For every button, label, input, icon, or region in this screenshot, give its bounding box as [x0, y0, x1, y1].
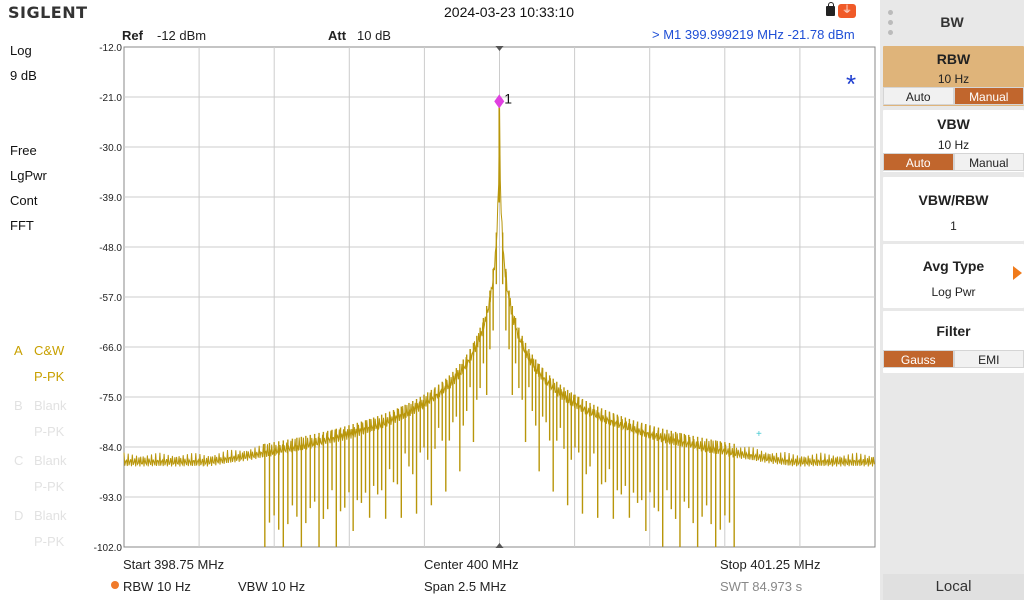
sweep-type: FFT [10, 218, 34, 233]
vbw-softkey[interactable]: VBW 10 Hz Auto Manual [883, 110, 1024, 172]
trigger-mode: Free [10, 143, 37, 158]
y-tick-label: -30.0 [99, 143, 122, 154]
marker-1-diamond [494, 94, 505, 109]
trace-mode: C&W [34, 343, 65, 358]
avg-type-value: Log Pwr [931, 285, 976, 299]
trace-c-detector: P-PK [34, 479, 65, 494]
rbw-softkey[interactable]: RBW 10 Hz Auto Manual [883, 46, 1024, 106]
cursor-icon: + [756, 429, 762, 440]
rbw-title: RBW [936, 51, 971, 67]
rbw-manual-option[interactable]: Manual [953, 87, 1024, 105]
trace-letter: C [14, 453, 24, 468]
trace-d-detector: P-PK [34, 534, 65, 549]
filter-softkey[interactable]: Filter Gauss EMI [883, 311, 1024, 373]
softkey-menu: BW RBW 10 Hz Auto Manual VBW 10 Hz Auto … [880, 0, 1024, 600]
vbw-readout[interactable]: VBW 10 Hz [238, 579, 305, 594]
update-indicator-icon: * [846, 69, 856, 99]
trace-mode: Blank [34, 453, 67, 468]
trace-c-status[interactable]: C Blank [14, 453, 67, 468]
vbw-rbw-ratio-softkey[interactable]: VBW/RBW 1 [883, 177, 1024, 241]
trace-a-status[interactable]: A C&W [14, 343, 64, 358]
vbw-value: 10 Hz [937, 138, 970, 152]
center-bottom-indicator [495, 543, 504, 548]
y-tick-label: -39.0 [99, 193, 122, 204]
scale-type: Log [10, 43, 32, 58]
trace-b-detector: P-PK [34, 424, 65, 439]
marker-1-label: 1 [504, 90, 512, 106]
attenuation-value[interactable]: 10 dB [357, 28, 391, 43]
avg-type-softkey[interactable]: Avg Type Log Pwr [883, 244, 1024, 308]
rbw-readout[interactable]: RBW 10 Hz [123, 579, 191, 594]
span-readout[interactable]: Span 2.5 MHz [424, 579, 506, 594]
left-status-panel: Log 9 dB Free LgPwr Cont FFT A C&W P-PK B… [0, 24, 100, 554]
y-tick-label: -48.0 [99, 243, 122, 254]
rbw-auto-option[interactable]: Auto [883, 87, 954, 105]
attenuation-label[interactable]: Att [328, 28, 346, 43]
detector-mode: LgPwr [10, 168, 47, 183]
rbw-indicator-icon [111, 581, 119, 589]
scale-per-div: 9 dB [10, 68, 37, 83]
trace-d-status[interactable]: D Blank [14, 508, 67, 523]
trace-mode: Blank [34, 398, 67, 413]
trace-letter: D [14, 508, 24, 523]
vbw-manual-option[interactable]: Manual [953, 153, 1024, 171]
trace-letter: B [14, 398, 23, 413]
rbw-mode-toggle[interactable]: Auto Manual [883, 87, 1024, 105]
trace-a-detector: P-PK [34, 369, 65, 384]
vbw-mode-toggle[interactable]: Auto Manual [883, 153, 1024, 171]
filter-type-toggle[interactable]: Gauss EMI [883, 350, 1024, 368]
trace-b-status[interactable]: B Blank [14, 398, 67, 413]
submenu-arrow-icon [1013, 266, 1022, 280]
y-tick-label: -84.0 [99, 443, 122, 454]
avg-type-title: Avg Type [922, 258, 985, 274]
filter-title: Filter [936, 323, 971, 339]
menu-title: BW [940, 14, 964, 30]
start-frequency[interactable]: Start 398.75 MHz [123, 557, 224, 572]
filter-emi-option[interactable]: EMI [953, 350, 1024, 368]
filter-gauss-option[interactable]: Gauss [883, 350, 954, 368]
local-button[interactable]: Local [883, 574, 1024, 600]
vbw-title: VBW [937, 116, 970, 132]
y-tick-label: -21.0 [99, 93, 122, 104]
trace-letter: A [14, 343, 23, 358]
vbw-auto-option[interactable]: Auto [883, 153, 954, 171]
y-tick-label: -75.0 [99, 393, 122, 404]
stop-frequency[interactable]: Stop 401.25 MHz [720, 557, 820, 572]
trace-mode: Blank [34, 508, 67, 523]
center-top-indicator [495, 46, 504, 51]
center-frequency[interactable]: Center 400 MHz [424, 557, 519, 572]
marker-readout: > M1 399.999219 MHz -21.78 dBm [652, 27, 855, 42]
marker-layer: 1 * + [494, 69, 856, 440]
sweep-time-readout[interactable]: SWT 84.973 s [720, 579, 802, 594]
spectrum-plot[interactable]: -12.0-21.0-30.0-39.0-48.0-57.0-66.0-75.0… [0, 0, 880, 560]
sweep-mode: Cont [10, 193, 38, 208]
rbw-value: 10 Hz [937, 72, 970, 86]
y-tick-label: -93.0 [99, 493, 122, 504]
y-tick-label: -57.0 [99, 293, 122, 304]
ref-level-value[interactable]: -12 dBm [157, 28, 206, 43]
y-tick-label: -66.0 [99, 343, 122, 354]
vbw-rbw-title: VBW/RBW [918, 192, 989, 208]
graph-header: Ref -12 dBm Att 10 dB > M1 399.999219 MH… [100, 24, 880, 46]
vbw-rbw-value: 1 [950, 219, 957, 233]
ref-level-label[interactable]: Ref [122, 28, 143, 43]
